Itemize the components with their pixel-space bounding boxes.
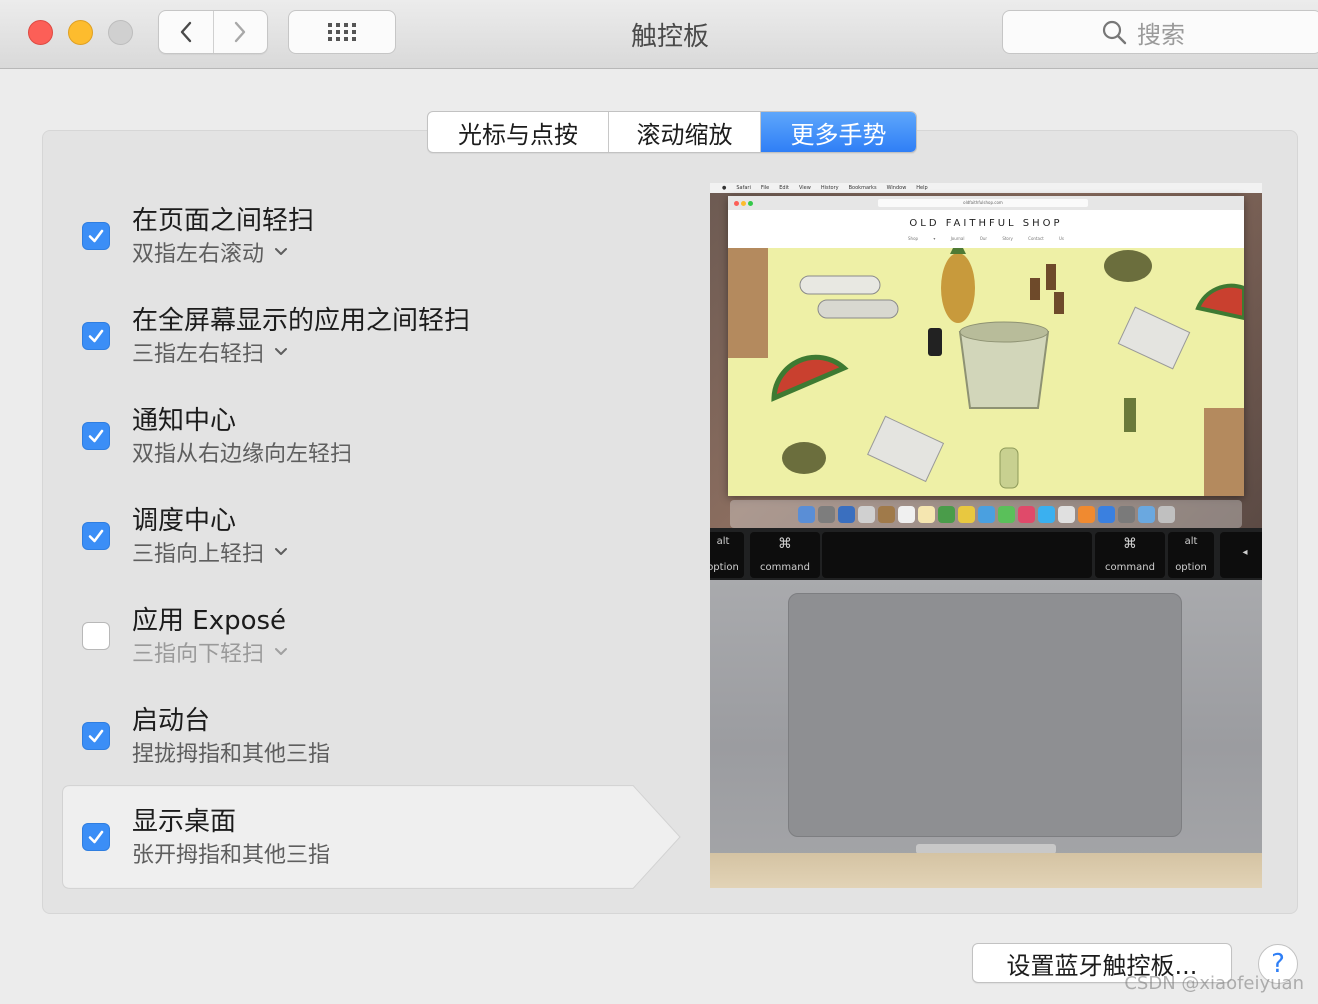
- preview-dock: [730, 500, 1242, 528]
- picnic-illustration: [728, 248, 1244, 496]
- apple-icon: ●: [722, 185, 727, 191]
- gesture-title: 通知中心: [132, 406, 237, 436]
- grid-icon: [328, 23, 356, 41]
- window-title: 触控板: [630, 22, 709, 52]
- checkmark-icon: [88, 229, 104, 243]
- mission-control-checkbox[interactable]: [82, 522, 110, 550]
- notification-center-checkbox[interactable]: [82, 422, 110, 450]
- chevron-down-icon: [275, 348, 288, 355]
- key-option-right: alt option: [1168, 532, 1214, 578]
- gesture-title: 在页面之间轻扫: [132, 206, 315, 236]
- gesture-title: 应用 Exposé: [132, 606, 287, 636]
- gesture-title: 启动台: [132, 706, 211, 736]
- tab-bar: 光标与点按 滚动缩放 更多手势: [427, 111, 917, 153]
- tab-scroll-and-zoom[interactable]: 滚动缩放: [608, 112, 760, 152]
- show-desktop-checkbox[interactable]: [82, 823, 110, 851]
- checkmark-icon: [88, 429, 104, 443]
- browser-chrome: oldfaithfulshop.com: [728, 196, 1244, 211]
- launchpad-checkbox[interactable]: [82, 722, 110, 750]
- search-field[interactable]: 搜索: [1002, 10, 1318, 54]
- checkmark-icon: [88, 329, 104, 343]
- swipe-between-apps-checkbox[interactable]: [82, 322, 110, 350]
- key-option-left: alt option: [710, 532, 744, 578]
- minimize-window-button[interactable]: [68, 20, 93, 45]
- checkmark-icon: [88, 529, 104, 543]
- checkmark-icon: [88, 830, 104, 844]
- preview-keyboard: alt option ⌘ command ⌘ command alt optio…: [710, 528, 1262, 580]
- gesture-title: 显示桌面: [132, 807, 237, 837]
- menu-item: Edit: [779, 185, 789, 191]
- menu-item: View: [798, 185, 811, 191]
- chevron-right-icon: [235, 21, 246, 43]
- zoom-dot: [748, 201, 753, 206]
- key-command-left: ⌘ command: [750, 532, 820, 578]
- show-all-button[interactable]: [288, 10, 396, 54]
- gesture-option-popup[interactable]: 三指向下轻扫: [132, 636, 288, 668]
- gesture-subtitle: 双指左右滚动: [132, 242, 265, 267]
- chevron-down-icon: [275, 248, 288, 255]
- gesture-subtitle: 捏拢拇指和其他三指: [132, 742, 331, 767]
- zoom-window-button[interactable]: [108, 20, 133, 45]
- gesture-subtitle: 三指向上轻扫: [132, 542, 265, 567]
- chevron-left-icon: [180, 21, 191, 43]
- preview-browser-window: oldfaithfulshop.com OLD FAITHFUL SHOP Sh…: [728, 196, 1244, 496]
- preview-screen: ● Safari File Edit View History Bookmark…: [710, 183, 1262, 528]
- menu-item: Bookmarks: [848, 185, 877, 191]
- menu-item: File: [760, 185, 770, 191]
- search-placeholder: 搜索: [1137, 20, 1185, 49]
- menu-item: History: [820, 185, 839, 191]
- watermark: CSDN @xiaofeiyuan: [1124, 973, 1304, 994]
- gesture-app-expose: 应用 Exposé 三指向下轻扫: [62, 586, 682, 686]
- close-dot: [734, 201, 739, 206]
- preview-menubar: ● Safari File Edit View History Bookmark…: [710, 183, 1262, 193]
- gesture-option-popup[interactable]: 双指左右滚动: [132, 236, 288, 268]
- key-space: [822, 532, 1092, 578]
- gesture-subtitle: 张开拇指和其他三指: [132, 843, 331, 868]
- swipe-between-pages-checkbox[interactable]: [82, 222, 110, 250]
- minimize-dot: [741, 201, 746, 206]
- back-forward-group: [158, 10, 268, 54]
- close-window-button[interactable]: [28, 20, 53, 45]
- gesture-option-popup[interactable]: 三指向上轻扫: [132, 536, 288, 568]
- checkmark-icon: [88, 729, 104, 743]
- gesture-title: 调度中心: [132, 506, 237, 536]
- gesture-launchpad: 启动台 捏拢拇指和其他三指: [62, 686, 682, 786]
- key-arrow-left: ◂: [1220, 532, 1262, 578]
- shop-title: OLD FAITHFUL SHOP: [909, 218, 1063, 229]
- gesture-mission-control: 调度中心 三指向上轻扫: [62, 486, 682, 586]
- app-expose-checkbox[interactable]: [82, 622, 110, 650]
- back-button[interactable]: [159, 11, 213, 53]
- forward-button[interactable]: [212, 11, 268, 53]
- gesture-notification-center: 通知中心 双指从右边缘向左轻扫: [62, 386, 682, 486]
- gesture-subtitle: 三指向下轻扫: [132, 642, 265, 667]
- shop-header: OLD FAITHFUL SHOP Shop ▾ Journal Our Sto…: [728, 210, 1244, 248]
- key-command-right: ⌘ command: [1095, 532, 1165, 578]
- tab-point-and-click[interactable]: 光标与点按: [428, 112, 608, 152]
- towels: [799, 275, 899, 319]
- gesture-option-popup[interactable]: 三指左右轻扫: [132, 336, 288, 368]
- gesture-subtitle: 三指左右轻扫: [132, 342, 265, 367]
- preview-trackpad: [788, 593, 1182, 837]
- gesture-show-desktop[interactable]: 显示桌面 张开拇指和其他三指: [62, 785, 682, 889]
- chevron-down-icon: [275, 548, 288, 555]
- toolbar: 触控板 搜索: [0, 0, 1318, 69]
- menu-item: Help: [916, 185, 928, 191]
- gesture-swipe-between-pages: 在页面之间轻扫 双指左右滚动: [62, 186, 682, 286]
- gesture-preview-video: ● Safari File Edit View History Bookmark…: [710, 183, 1262, 888]
- gesture-swipe-between-fullscreen-apps: 在全屏幕显示的应用之间轻扫 三指左右轻扫: [62, 286, 682, 386]
- menu-item: Safari: [736, 185, 751, 191]
- url-bar: oldfaithfulshop.com: [878, 199, 1088, 207]
- shop-nav: Shop ▾ Journal Our Story Contact Us: [908, 236, 1064, 241]
- menu-item: Window: [886, 185, 907, 191]
- gesture-title: 在全屏幕显示的应用之间轻扫: [132, 306, 471, 336]
- search-icon: [1102, 20, 1127, 45]
- gesture-subtitle: 双指从右边缘向左轻扫: [132, 442, 353, 467]
- preview-table-surface: [710, 853, 1262, 888]
- tab-more-gestures[interactable]: 更多手势: [760, 112, 916, 152]
- chevron-down-icon: [275, 648, 288, 655]
- shop-hero-image: [728, 248, 1244, 496]
